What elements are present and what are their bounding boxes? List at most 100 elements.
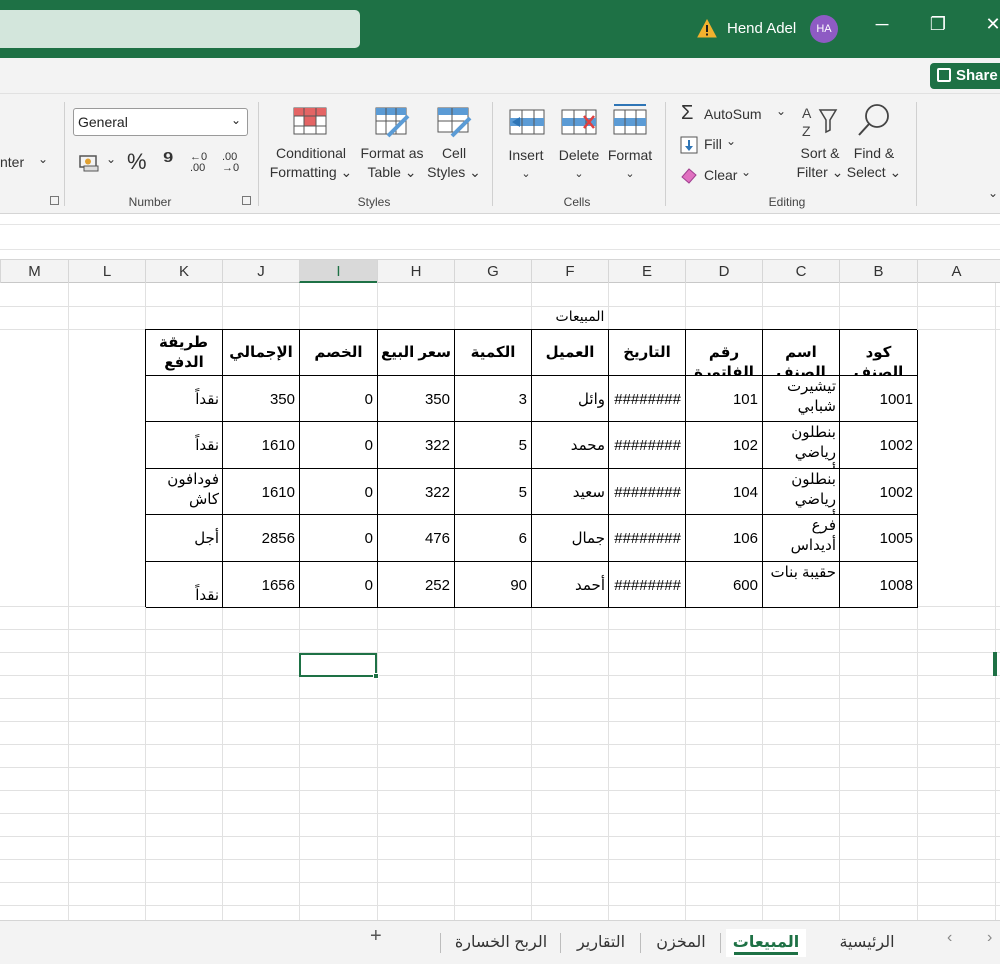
comma-style-button[interactable]: ⁹ xyxy=(162,144,174,175)
table-cell[interactable]: 1002 xyxy=(840,422,918,469)
formula-input[interactable] xyxy=(0,224,1000,250)
table-cell[interactable]: 0 xyxy=(300,561,378,608)
table-cell[interactable]: فودافون كاش xyxy=(146,468,223,516)
decrease-decimal-button[interactable]: .00 →0 xyxy=(222,152,246,174)
table-cell[interactable]: 322 xyxy=(378,422,455,469)
table-cell[interactable]: 2856 xyxy=(223,515,300,562)
table-cell[interactable]: ######## xyxy=(609,561,686,608)
search-box[interactable] xyxy=(0,10,360,48)
table-cell[interactable]: أحمد xyxy=(532,561,609,608)
header-cell[interactable]: الكمية xyxy=(455,330,532,376)
add-sheet-button[interactable]: + xyxy=(370,925,382,948)
table-cell[interactable]: 0 xyxy=(300,468,378,516)
percent-style-button[interactable]: % xyxy=(127,149,147,175)
column-header-b[interactable]: B xyxy=(839,260,917,283)
table-cell[interactable]: أجل xyxy=(146,515,223,562)
sheet-tab-profit-loss[interactable]: الربح الخسارة xyxy=(446,929,556,957)
table-cell[interactable]: 322 xyxy=(378,468,455,516)
table-cell[interactable]: 106 xyxy=(686,515,763,562)
table-cell[interactable]: 0 xyxy=(300,515,378,562)
number-format-select[interactable]: General ⌄ xyxy=(73,108,248,136)
sheet-tab-inventory[interactable]: المخزن xyxy=(645,929,717,957)
table-cell[interactable]: 1002 xyxy=(840,468,918,516)
table-cell[interactable]: وائل xyxy=(532,376,609,423)
table-cell[interactable]: ######## xyxy=(609,376,686,423)
chevron-down-icon[interactable]: ⌄ xyxy=(741,165,751,179)
restore-button[interactable]: ❐ xyxy=(923,14,953,35)
cell-styles-button[interactable]: Cell Styles ⌄ xyxy=(424,144,484,182)
minimize-button[interactable]: ─ xyxy=(867,14,897,35)
table-cell[interactable]: 5 xyxy=(455,422,532,469)
column-header-d[interactable]: D xyxy=(685,260,762,283)
table-cell[interactable]: بنطلون رياضي أسود xyxy=(763,422,840,469)
format-as-table-button[interactable]: Format as Table ⌄ xyxy=(354,144,430,182)
table-cell[interactable]: 350 xyxy=(378,376,455,423)
table-cell[interactable]: سعيد xyxy=(532,468,609,516)
alignment-launcher-icon[interactable] xyxy=(50,196,59,205)
table-cell[interactable]: 1001 xyxy=(840,376,918,423)
table-cell[interactable]: نقداً xyxy=(146,376,223,423)
worksheet-grid[interactable]: M L K J I H G F E D C B A المبيعات كود ا… xyxy=(0,260,1000,920)
table-cell[interactable]: تيشيرت شبابي صيفي xyxy=(763,376,840,423)
header-cell[interactable]: التاريخ xyxy=(609,330,686,376)
header-cell[interactable]: طريقة الدفع xyxy=(146,330,223,376)
table-cell[interactable]: 1610 xyxy=(223,422,300,469)
chevron-left-icon[interactable]: ‹ xyxy=(947,929,952,947)
sheet-tab-sales[interactable]: المبيعات xyxy=(726,929,806,957)
table-cell[interactable]: 0 xyxy=(300,422,378,469)
column-header-a[interactable]: A xyxy=(917,260,995,283)
warning-icon[interactable] xyxy=(697,19,717,39)
header-cell[interactable]: اسم الصنف xyxy=(763,330,840,376)
increase-decimal-button[interactable]: ←0 .00 xyxy=(190,152,214,174)
chevron-down-icon[interactable]: ⌄ xyxy=(106,152,116,166)
column-header-m[interactable]: M xyxy=(0,260,68,283)
user-name[interactable]: Hend Adel xyxy=(727,20,796,37)
conditional-formatting-button[interactable]: Conditional Formatting ⌄ xyxy=(266,144,356,182)
table-cell[interactable]: 3 xyxy=(455,376,532,423)
fill-button[interactable]: Fill xyxy=(704,136,722,152)
header-cell[interactable]: العميل xyxy=(532,330,609,376)
merge-center-button[interactable]: nter xyxy=(0,154,24,170)
avatar[interactable]: HA xyxy=(810,15,838,43)
table-cell[interactable]: 350 xyxy=(223,376,300,423)
table-cell[interactable]: 6 xyxy=(455,515,532,562)
table-cell[interactable]: 90 xyxy=(455,561,532,608)
sheet-tab-home[interactable]: الرئيسية xyxy=(815,929,919,957)
chevron-down-icon[interactable]: ⌄ xyxy=(776,104,786,118)
table-cell[interactable]: 0 xyxy=(300,376,378,423)
table-cell[interactable]: 1008 xyxy=(840,561,918,608)
close-button[interactable]: ✕ xyxy=(978,14,1000,35)
header-cell[interactable]: رقم الفاتورة xyxy=(686,330,763,376)
column-header-j[interactable]: J xyxy=(222,260,299,283)
table-cell[interactable]: 1005 xyxy=(840,515,918,562)
table-cell[interactable]: 5 xyxy=(455,468,532,516)
sheet-title[interactable]: المبيعات xyxy=(530,308,630,325)
table-cell[interactable]: 476 xyxy=(378,515,455,562)
table-cell[interactable]: حقيبة بنات xyxy=(763,561,840,608)
column-header-c[interactable]: C xyxy=(762,260,839,283)
table-cell[interactable]: 1610 xyxy=(223,468,300,516)
column-header-e[interactable]: E xyxy=(608,260,685,283)
table-cell[interactable]: 252 xyxy=(378,561,455,608)
column-header-l[interactable]: L xyxy=(68,260,145,283)
chevron-down-icon[interactable]: ⌄ xyxy=(726,134,736,148)
share-button[interactable]: Share xyxy=(930,63,1000,89)
table-cell[interactable]: 1656 xyxy=(223,561,300,608)
table-cell[interactable]: بنطلون رياضي أسود xyxy=(763,468,840,516)
table-cell[interactable]: نقداً xyxy=(146,422,223,469)
sheet-tab-reports[interactable]: التقارير xyxy=(565,929,637,957)
table-cell[interactable]: محمد xyxy=(532,422,609,469)
table-cell[interactable]: 104 xyxy=(686,468,763,516)
autosum-button[interactable]: AutoSum xyxy=(704,106,762,122)
table-cell[interactable]: ######## xyxy=(609,515,686,562)
chevron-right-icon[interactable]: › xyxy=(987,929,992,947)
header-cell[interactable]: الخصم xyxy=(300,330,378,376)
column-header-k[interactable]: K xyxy=(145,260,222,283)
column-header-f[interactable]: F xyxy=(531,260,608,283)
find-select-button[interactable]: Find & Select ⌄ xyxy=(844,144,904,182)
ribbon-collapse-icon[interactable]: ⌄ xyxy=(988,186,998,200)
table-cell[interactable]: نقداً xyxy=(146,561,223,608)
formula-bar[interactable] xyxy=(0,214,1000,260)
header-cell[interactable]: كود الصنف xyxy=(840,330,918,376)
table-cell[interactable]: 102 xyxy=(686,422,763,469)
